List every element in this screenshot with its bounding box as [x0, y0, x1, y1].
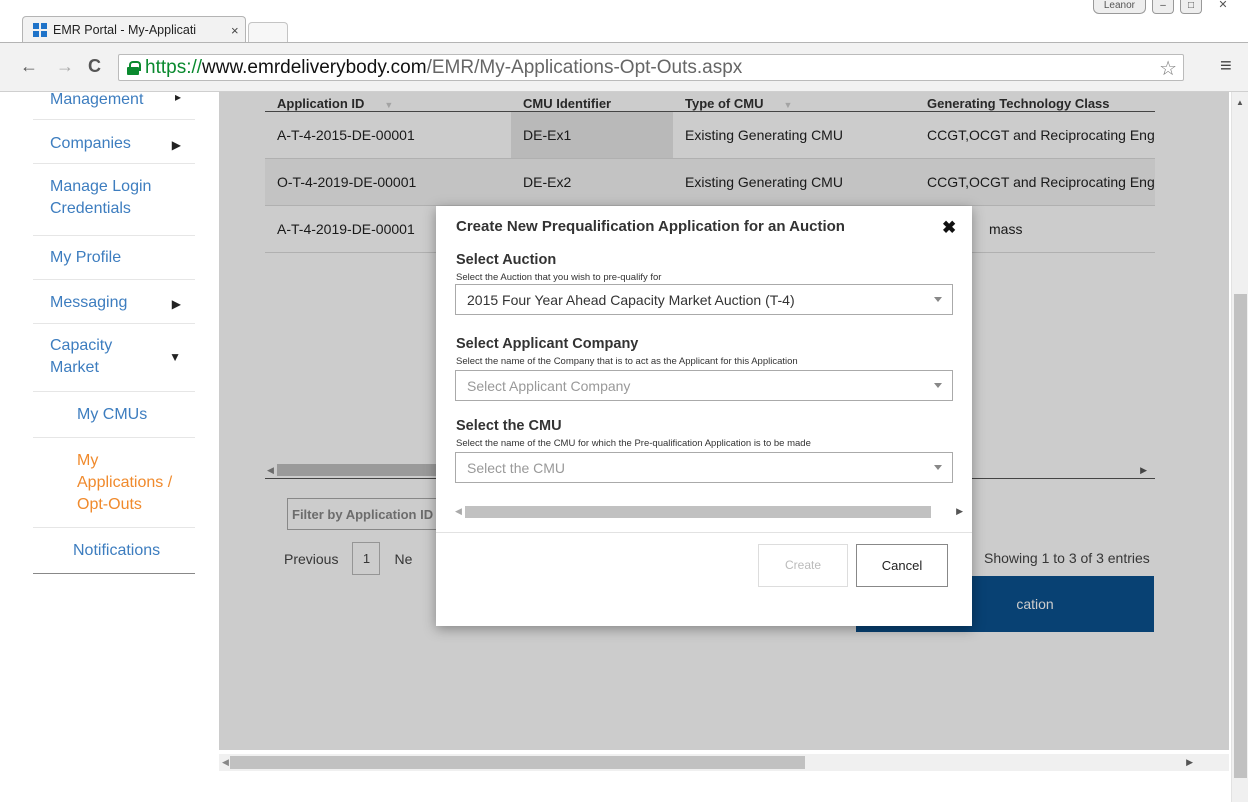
applicant-company-select[interactable]: Select Applicant Company: [455, 370, 953, 401]
sidebar-item-label: Management: [50, 92, 144, 108]
tab-close-icon[interactable]: ×: [231, 23, 239, 38]
url-scheme: https://: [145, 56, 203, 78]
tab-title: EMR Portal - My-Applicati: [53, 23, 197, 37]
maximize-button[interactable]: □: [1180, 0, 1202, 14]
close-icon[interactable]: ✖: [942, 218, 956, 238]
browser-tab-bar: EMR Portal - My-Applicati × Leanor – □ ✕: [0, 0, 1248, 43]
bookmark-star-icon[interactable]: ☆: [1159, 56, 1177, 81]
auction-select[interactable]: 2015 Four Year Ahead Capacity Market Auc…: [455, 284, 953, 315]
dialog-title: Create New Prequalification Application …: [456, 218, 845, 235]
sidebar-nav: Management ▸ Companies ▶ Manage Login Cr…: [33, 92, 195, 574]
sidebar-item-notifications[interactable]: Notifications: [33, 528, 195, 574]
scroll-left-icon[interactable]: ◀: [222, 757, 229, 768]
sidebar-item-label: Messaging: [50, 294, 128, 311]
back-icon[interactable]: ←: [20, 56, 38, 77]
page-viewport: Management ▸ Companies ▶ Manage Login Cr…: [0, 92, 1248, 802]
browser-tab[interactable]: EMR Portal - My-Applicati ×: [22, 16, 246, 43]
cmu-select[interactable]: Select the CMU: [455, 452, 953, 483]
dropdown-caret-icon: [934, 383, 942, 388]
cancel-button[interactable]: Cancel: [856, 544, 948, 587]
emr-favicon-icon: [33, 23, 47, 37]
sidebar-item-management[interactable]: Management ▸: [33, 92, 195, 120]
profile-button[interactable]: Leanor: [1092, 0, 1146, 14]
chevron-right-icon: ▸: [174, 92, 181, 104]
scroll-left-icon[interactable]: ◀: [455, 506, 462, 517]
cmu-placeholder: Select the CMU: [467, 460, 566, 476]
auction-select-value: 2015 Four Year Ahead Capacity Market Auc…: [467, 292, 795, 308]
create-button[interactable]: Create: [758, 544, 848, 587]
minimize-button[interactable]: –: [1152, 0, 1174, 14]
url-text: https://www.emrdeliverybody.com/EMR/My-A…: [145, 57, 742, 79]
sidebar-item-messaging[interactable]: Messaging ▶: [33, 280, 195, 324]
scrollbar-thumb[interactable]: [230, 756, 805, 769]
sidebar-item-label: My Applications / Opt-Outs: [77, 452, 173, 513]
scroll-right-icon[interactable]: ▶: [956, 506, 963, 517]
scrollbar-thumb[interactable]: [1234, 294, 1247, 778]
cmu-help-text: Select the name of the CMU for which the…: [456, 438, 811, 449]
sidebar-item-label: Manage Login Credentials: [50, 178, 152, 217]
chevron-right-icon: ▶: [171, 138, 181, 152]
sidebar-item-label: Companies: [50, 135, 131, 152]
dialog-horizontal-scrollbar[interactable]: ◀ ▶: [455, 504, 973, 520]
sidebar-item-label: My Profile: [50, 249, 122, 266]
sidebar-item-my-cmus[interactable]: My CMUs: [33, 392, 195, 438]
chevron-down-icon: ▼: [169, 350, 181, 364]
scroll-up-icon[interactable]: ▲: [1236, 98, 1244, 107]
url-host: www.emrdeliverybody.com: [202, 56, 427, 78]
browser-toolbar: ← → C https://www.emrdeliverybody.com/EM…: [0, 42, 1248, 92]
dropdown-caret-icon: [934, 297, 942, 302]
sidebar-item-companies[interactable]: Companies ▶: [33, 120, 195, 164]
auction-help-text: Select the Auction that you wish to pre-…: [456, 272, 662, 283]
applicant-company-help-text: Select the name of the Company that is t…: [456, 356, 798, 367]
menu-icon[interactable]: ≡: [1220, 55, 1232, 78]
sidebar-item-manage-login-credentials[interactable]: Manage Login Credentials: [33, 164, 195, 236]
forward-icon[interactable]: →: [56, 56, 74, 77]
cmu-label: Select the CMU: [456, 418, 562, 434]
dialog-footer-divider: [436, 532, 972, 533]
sidebar-item-my-applications[interactable]: My Applications / Opt-Outs: [33, 438, 195, 528]
url-path: /EMR/My-Applications-Opt-Outs.aspx: [426, 56, 743, 78]
window-close-button[interactable]: ✕: [1208, 0, 1238, 14]
sidebar-item-capacity-market[interactable]: Capacity Market ▼: [33, 324, 195, 392]
window-controls: Leanor – □ ✕: [1092, 0, 1238, 14]
applicant-company-label: Select Applicant Company: [456, 336, 639, 352]
reload-icon[interactable]: C: [88, 56, 101, 77]
chevron-right-icon: ▶: [171, 297, 181, 311]
lock-icon: [127, 60, 141, 75]
scrollbar-thumb[interactable]: [465, 506, 931, 518]
sidebar-item-label: Capacity Market: [50, 337, 113, 376]
new-tab-button[interactable]: [248, 22, 288, 42]
dropdown-caret-icon: [934, 465, 942, 470]
sidebar-item-my-profile[interactable]: My Profile: [33, 236, 195, 280]
auction-label: Select Auction: [456, 252, 557, 268]
content-horizontal-scrollbar[interactable]: ◀ ▶: [219, 754, 1229, 771]
applicant-company-placeholder: Select Applicant Company: [467, 378, 631, 394]
url-bar[interactable]: https://www.emrdeliverybody.com/EMR/My-A…: [118, 54, 1184, 81]
create-prequalification-dialog: Create New Prequalification Application …: [436, 206, 972, 626]
sidebar-item-label: Notifications: [73, 542, 161, 559]
sidebar-item-label: My CMUs: [77, 406, 148, 423]
scroll-right-icon[interactable]: ▶: [1186, 757, 1193, 768]
page-vertical-scrollbar[interactable]: ▲: [1231, 92, 1248, 802]
